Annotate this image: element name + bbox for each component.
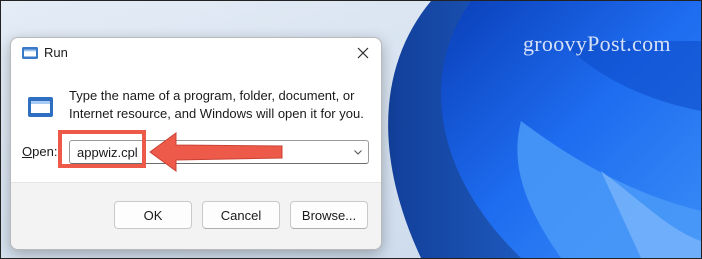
open-label-accesskey: O [22,144,33,159]
window-title: Run [44,45,68,60]
open-label: Open: [22,144,57,159]
watermark: groovyPost.com [523,31,671,56]
dialog-description: Type the name of a program, folder, docu… [69,88,364,121]
browse-button[interactable]: Browse... [290,201,368,229]
run-icon [22,47,38,59]
highlight-box [58,130,146,168]
chevron-down-icon[interactable] [352,146,364,158]
cancel-button[interactable]: Cancel [202,201,280,229]
dialog-footer: OK Cancel Browse... [11,182,381,249]
ok-button[interactable]: OK [114,201,192,229]
close-icon [357,47,369,59]
title-bar[interactable]: Run [11,38,381,68]
run-icon [28,97,53,117]
screenshot-frame: groovyPost.com Run Type the name of a pr… [0,0,702,259]
close-button[interactable] [351,41,375,65]
open-label-text: pen: [32,144,58,159]
run-dialog: Run Type the name of a program, folder, … [10,37,382,250]
